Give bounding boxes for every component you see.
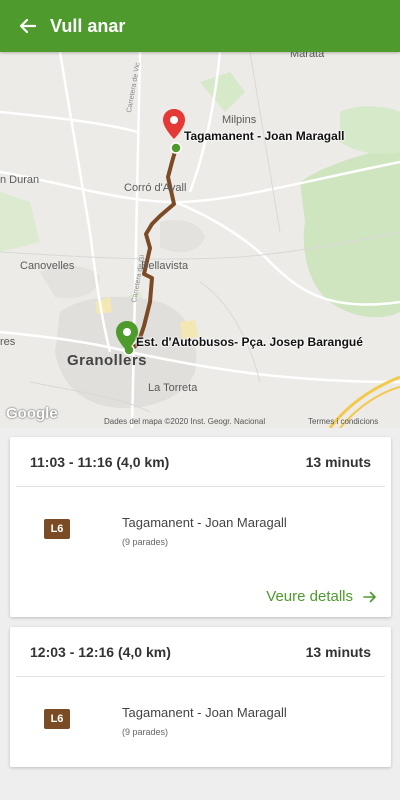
route-time: 11:03 - 11:16 (4,0 km) — [30, 453, 170, 470]
map-label-canovelles: Canovelles — [20, 260, 75, 272]
route-card-body: L6 Tagamanent - Joan Maragall (9 parades… — [10, 487, 391, 577]
arrow-back-icon — [19, 18, 37, 34]
map-label-corro-davall: Corró d'Avall — [124, 182, 187, 194]
map-attribution: Dades del mapa ©2020 Inst. Geogr. Nacion… — [104, 417, 266, 426]
page-title: Vull anar — [50, 15, 126, 36]
route-duration: 13 minuts — [305, 453, 371, 470]
map-label-granollers: Granollers — [67, 352, 148, 369]
route-duration: 13 minuts — [305, 643, 371, 660]
destination-pin-icon[interactable] — [162, 108, 186, 140]
google-logo: Google — [6, 405, 58, 422]
map-terms-link[interactable]: Termes i condicions — [308, 417, 378, 426]
map-label-res: res — [0, 336, 16, 348]
stop-name: Tagamanent - Joan Maragall — [122, 515, 287, 530]
bus-line-badge: L6 — [44, 519, 70, 539]
map-label-milpins: Milpins — [222, 114, 257, 126]
app-bar: Vull anar — [0, 0, 400, 52]
route-time: 12:03 - 12:16 (4,0 km) — [30, 643, 171, 660]
route-card-body: L6 Tagamanent - Joan Maragall (9 parades… — [10, 677, 391, 767]
route-map[interactable]: Marata Milpins n Duran Corró d'Avall Can… — [0, 52, 400, 428]
back-button[interactable] — [6, 0, 50, 52]
route-card[interactable]: 11:03 - 11:16 (4,0 km) 13 minuts L6 Taga… — [10, 437, 391, 617]
see-details-label: Veure detalls — [266, 588, 353, 605]
route-card-header: 12:03 - 12:16 (4,0 km) 13 minuts — [16, 627, 385, 677]
map-label-bellavista: Bellavista — [141, 260, 189, 272]
destination-stop-label: Tagamanent - Joan Maragall — [184, 129, 345, 143]
see-details-button[interactable]: Veure detalls — [266, 588, 377, 605]
bus-line-badge: L6 — [44, 709, 70, 729]
stop-name: Tagamanent - Joan Maragall — [122, 705, 287, 720]
map-label-marata: Marata — [290, 52, 325, 60]
map-label-la-torreta: La Torreta — [148, 382, 198, 394]
route-card-header: 11:03 - 11:16 (4,0 km) 13 minuts — [16, 437, 385, 487]
stops-count: (9 parades) — [122, 537, 169, 547]
route-card[interactable]: 12:03 - 12:16 (4,0 km) 13 minuts L6 Taga… — [10, 627, 391, 767]
origin-stop-label: Est. d'Autobusos- Pça. Josep Barangué — [136, 335, 363, 349]
map-canvas — [0, 52, 400, 428]
stops-count: (9 parades) — [122, 727, 169, 737]
map-label-can-duran: n Duran — [0, 174, 40, 186]
arrow-forward-icon — [363, 590, 377, 604]
